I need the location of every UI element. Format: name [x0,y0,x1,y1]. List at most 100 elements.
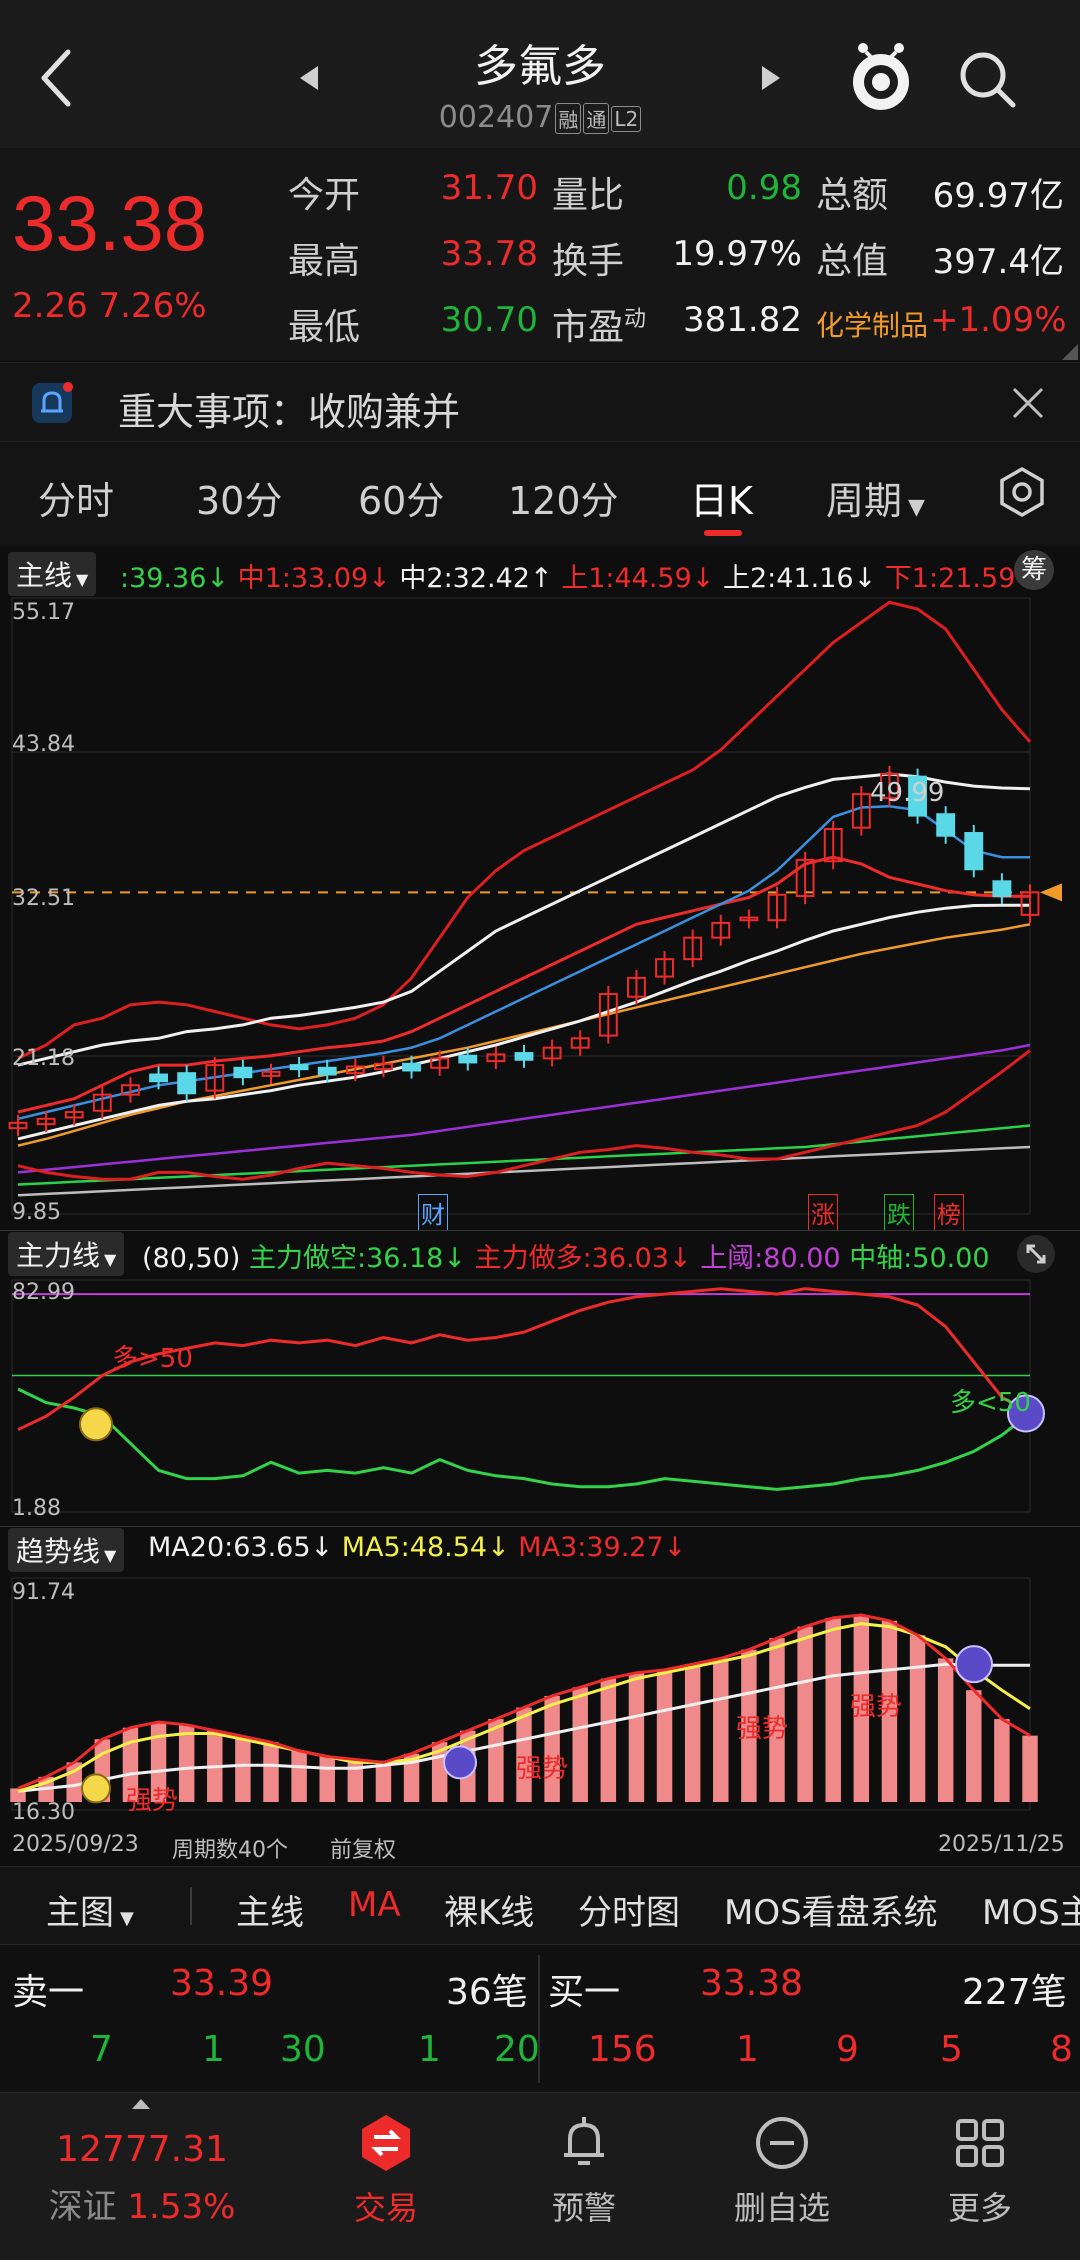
main-chart-selector[interactable]: 主图 ▼ [46,1885,134,1934]
trend-bar [966,1690,982,1802]
indicator-tab-intraday[interactable]: 分时图 [578,1885,680,1934]
annotation-below-50: 多<50 [950,1388,1031,1418]
power-legend: (80,50) 主力做空:36.18↓ 主力做多:36.03↓ 上阈:80.00… [142,1236,990,1275]
trend-bar [797,1626,813,1802]
sector-name[interactable]: 化学制品 [816,304,928,344]
nav-trade[interactable]: 交易 [316,2113,456,2229]
event-finance[interactable]: 财 [418,1194,448,1231]
series-line-上1 [17,600,1032,1060]
index-value[interactable]: 12777.31 [0,2129,284,2170]
value-pe: 381.82 [683,300,802,340]
order-book[interactable]: 卖一 33.39 36笔 买一 33.38 227笔 7 1 30 1 20 1… [0,1944,1080,2090]
power-line-chart[interactable] [0,1278,1080,1518]
main-kline-chart[interactable] [0,596,1080,1276]
trend-bar [178,1724,195,1802]
period-tabs: 分时 30分 60分 120分 日K 周期 ▼ [0,444,1080,544]
sell-label: 卖一 [12,1972,85,2013]
candle-body [317,1066,337,1076]
sell-price: 33.39 [170,1963,274,2004]
indicator-tab-mos-main[interactable]: MOS主 [982,1885,1080,1934]
bottom-nav: 12777.31 深证 1.53% 交易 预警 删自选 更多 [0,2092,1080,2260]
legend-item: 中轴:50.00 [849,1243,990,1274]
active-tab-indicator [704,530,742,536]
main-indicator-selector[interactable]: 主线 ▼ [8,552,97,596]
event-limit-up[interactable]: 涨 [808,1194,838,1231]
indicator-tab-bare-k[interactable]: 裸K线 [444,1885,534,1934]
money-bag-icon [79,1407,113,1442]
next-stock-icon[interactable] [758,62,784,94]
notification-bell-icon [32,382,73,423]
panel-divider [0,1526,1080,1527]
candle-body [149,1073,168,1083]
trend-bar [347,1759,364,1802]
event-drop[interactable]: 跌 [884,1194,914,1231]
candle-body [289,1064,309,1071]
nav-label: 预警 [551,2189,616,2227]
indicator-tab-mainline[interactable]: 主线 [236,1885,304,1934]
notice-bar[interactable]: 重大事项：收购兼并 [0,362,1080,442]
chart-frame [11,597,1031,1215]
ma-line [17,804,1030,1121]
change-value: 2.26 [12,286,88,326]
tab-daily-k[interactable]: 日K [690,470,753,525]
index-name: 深证 [48,2187,117,2227]
label-market-cap: 总值 [816,241,889,282]
trend-bar [572,1687,588,1802]
sell-tick: 7 [90,2029,113,2070]
close-icon[interactable] [1010,385,1046,421]
nav-more[interactable]: 更多 [910,2113,1050,2229]
minus-circle-icon [756,2117,808,2169]
candle-body [233,1066,253,1079]
chevron-down-icon: ▼ [908,495,925,520]
legend-item: MA3:39.27↓ [518,1532,687,1563]
index-summary[interactable]: 深证 1.53% [0,2179,284,2228]
expand-icon[interactable] [1016,1234,1056,1274]
legend-item: 上1:44.59↓ [561,563,715,594]
trend-bar [656,1669,673,1802]
trend-bar [684,1664,701,1802]
candle-body [514,1052,534,1061]
adjust-mode[interactable]: 前复权 [330,1832,396,1864]
trend-bar [1022,1735,1038,1802]
axis-tick: 21.18 [12,1046,75,1071]
tab-30min[interactable]: 30分 [196,470,282,525]
tab-120min[interactable]: 120分 [508,470,619,525]
value-turnover-rate: 19.97% [672,234,802,274]
robot-assistant-icon[interactable] [846,40,916,114]
chip-distribution-button[interactable]: 筹 [1014,550,1054,590]
axis-max: 82.99 [12,1280,75,1305]
indicator-tab-mos[interactable]: MOS看盘系统 [724,1885,938,1934]
tab-intraday[interactable]: 分时 [38,470,114,525]
trend-bar [600,1678,617,1802]
chevron-up-icon[interactable] [130,2097,152,2111]
axis-min: 9.85 [12,1200,61,1225]
nav-alert[interactable]: 预警 [514,2113,654,2229]
settings-hexagon-icon[interactable] [996,466,1048,518]
grid-icon [956,2119,1004,2167]
trend-indicator-selector[interactable]: 趋势线 ▼ [8,1528,125,1572]
label-volume-ratio: 量比 [552,175,625,216]
trend-bar [235,1736,251,1802]
buy-tick: 156 [588,2029,657,2070]
indicator-tab-ma[interactable]: MA [348,1885,401,1925]
trend-legend: MA20:63.65↓ MA5:48.54↓ MA3:39.27↓ [148,1532,686,1563]
trend-bar [375,1762,392,1802]
tab-60min[interactable]: 60分 [358,470,444,525]
event-list[interactable]: 榜 [934,1194,964,1231]
chart-area[interactable]: 主线 ▼ :39.36↓ 中1:33.09↓ 中2:32.42↑ 上1:44.59… [0,546,1080,1866]
value-turnover-amount: 69.97亿 [932,176,1064,216]
tab-period[interactable]: 周期 ▼ [826,470,925,525]
power-indicator-selector[interactable]: 主力线 ▼ [8,1232,125,1276]
axis-min: 1.88 [12,1496,61,1521]
legend-item: 中2:32.42↑ [399,563,553,594]
legend-item: MA5:48.54↓ [341,1532,510,1563]
peak-price-label: 49.99 [870,778,945,808]
search-icon[interactable] [956,48,1018,110]
trend-bar [713,1658,729,1802]
legend-item: 中1:33.09↓ [237,563,391,594]
candle-body [992,880,1012,898]
sector-change: +1.09% [930,300,1067,340]
notice-text: 重大事项：收购兼并 [118,390,461,434]
nav-remove-watchlist[interactable]: 删自选 [712,2113,852,2229]
date-end: 2025/11/25 [938,1832,1065,1857]
